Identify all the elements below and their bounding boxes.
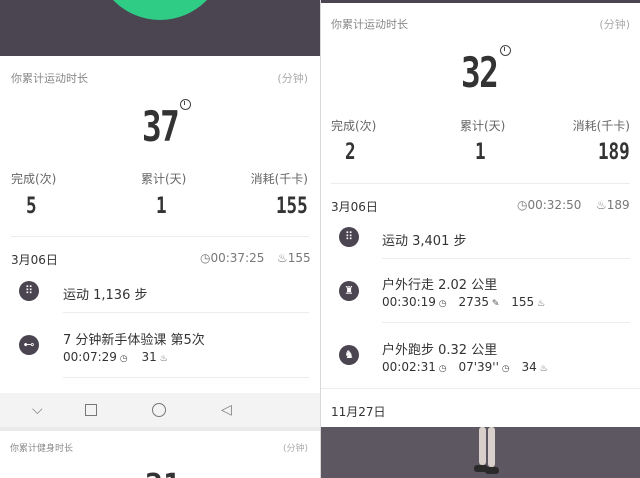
- top-band: [321, 0, 640, 3]
- activity-calories: 155: [511, 295, 535, 309]
- divider: [382, 322, 630, 323]
- clock-icon: ◷: [498, 364, 510, 374]
- activity-time: 00:07:29: [63, 350, 117, 364]
- person-legs-image: [473, 427, 503, 478]
- activity-title: 7 分钟新手体验课 第5次: [63, 333, 205, 348]
- activity-time: 00:02:31: [382, 360, 436, 374]
- stat-value-completed: 2: [345, 140, 356, 165]
- total-minutes-value: 37: [142, 102, 180, 151]
- stat-value-completed: 5: [26, 194, 37, 219]
- right-screen: 你累计运动时长 (分钟) 32 完成(次) 累计(天) 消耗(千卡) 2 1 1…: [321, 0, 640, 478]
- stat-value-days: 1: [156, 194, 167, 219]
- divider: [331, 183, 630, 184]
- clock-icon: ◷: [435, 364, 447, 374]
- clock-icon: ◷: [116, 354, 128, 364]
- day-calories-group: ♨155: [277, 251, 311, 265]
- divider: [11, 236, 309, 237]
- activity-pace: 07'39'': [458, 360, 499, 374]
- flame-icon: ♨: [534, 299, 546, 309]
- day-duration-group: ◷00:37:25: [200, 251, 264, 265]
- flame-icon: ♨: [156, 354, 168, 364]
- activity-steps: 2735: [458, 295, 489, 309]
- total-duration-unit: (分钟): [599, 18, 630, 31]
- walking-icon: ♜: [339, 281, 359, 301]
- activity-title: 运动 1,136 步: [63, 288, 148, 303]
- chevron-down-icon[interactable]: ⌵: [32, 402, 43, 418]
- total-duration-label: 你累计运动时长: [331, 18, 408, 31]
- total-minutes-value: 32: [461, 48, 499, 97]
- clock-icon: ◷: [200, 251, 211, 265]
- activity-time: 00:30:19: [382, 295, 436, 309]
- next-screenshot-fragment: 你累计健身时长 (分钟) 21: [0, 427, 320, 478]
- activity-details: 00:07:29 ◷ 31 ♨: [63, 350, 168, 364]
- flame-icon: ♨: [596, 198, 607, 212]
- flame-icon: ♨: [536, 364, 548, 374]
- clock-icon: [180, 99, 191, 110]
- day-duration: 00:37:25: [210, 251, 265, 265]
- footprints-icon: ⠿: [19, 281, 39, 301]
- flame-icon: ♨: [277, 251, 288, 265]
- day-date: 3月06日: [331, 200, 378, 214]
- divider: [382, 258, 630, 259]
- stat-value-calories: 189: [598, 140, 630, 165]
- fitness-duration-unit: (分钟): [282, 444, 308, 454]
- footprints-icon: ⠿: [339, 227, 359, 247]
- divider: [321, 388, 640, 389]
- hero-band: [0, 0, 320, 56]
- activity-title: 运动 3,401 步: [382, 234, 467, 249]
- day-calories: 189: [606, 198, 630, 212]
- activity-details: 00:30:19 ◷ 2735 ✎ 155 ♨: [382, 295, 545, 309]
- stat-label-days: 累计(天): [141, 172, 187, 186]
- clock-icon: ◷: [435, 299, 447, 309]
- day-duration: 00:32:50: [527, 198, 582, 212]
- pencil-icon: ✎: [489, 299, 500, 309]
- home-circle-icon[interactable]: [152, 403, 166, 417]
- stat-label-calories: 消耗(千卡): [572, 119, 630, 133]
- fitness-duration-label: 你累计健身时长: [10, 444, 74, 454]
- activity-title: 户外跑步 0.32 公里: [382, 343, 498, 358]
- stat-label-completed: 完成(次): [11, 172, 57, 186]
- day-duration-group: ◷00:32:50: [517, 198, 581, 212]
- day-calories-group: ♨189: [596, 198, 630, 212]
- activity-details: 00:02:31 ◷ 07'39'' ◷ 34 ♨: [382, 360, 548, 374]
- stat-value-days: 1: [475, 140, 486, 165]
- left-screen: 你累计运动时长 (分钟) 37 完成(次) 累计(天) 消耗(千卡) 5 1 1…: [0, 0, 320, 478]
- divider: [63, 377, 309, 378]
- dumbbell-icon: ⊷: [19, 335, 39, 355]
- stat-label-completed: 完成(次): [331, 119, 377, 133]
- hero-circle[interactable]: [95, 0, 225, 20]
- fitness-minutes-value: 21: [145, 471, 181, 478]
- stat-label-calories: 消耗(千卡): [250, 172, 308, 186]
- activity-calories: 34: [521, 360, 537, 374]
- clock-icon: ◷: [517, 198, 528, 212]
- stat-label-days: 累计(天): [460, 119, 506, 133]
- stat-value-calories: 155: [276, 194, 308, 219]
- total-duration-label: 你累计运动时长: [11, 72, 88, 85]
- day-calories: 155: [287, 251, 311, 265]
- back-triangle-icon[interactable]: ◁: [221, 402, 232, 418]
- recents-square-icon[interactable]: [85, 404, 97, 416]
- activity-title: 户外行走 2.02 公里: [382, 278, 498, 293]
- divider: [63, 312, 309, 313]
- next-day-date: 11月27日: [331, 405, 386, 419]
- total-duration-unit: (分钟): [277, 72, 308, 85]
- system-nav-bar: ⌵ ◁: [0, 393, 320, 427]
- clock-icon: [500, 45, 511, 56]
- activity-calories: 31: [141, 350, 157, 364]
- day-date: 3月06日: [11, 253, 58, 267]
- running-icon: ♞: [339, 345, 359, 365]
